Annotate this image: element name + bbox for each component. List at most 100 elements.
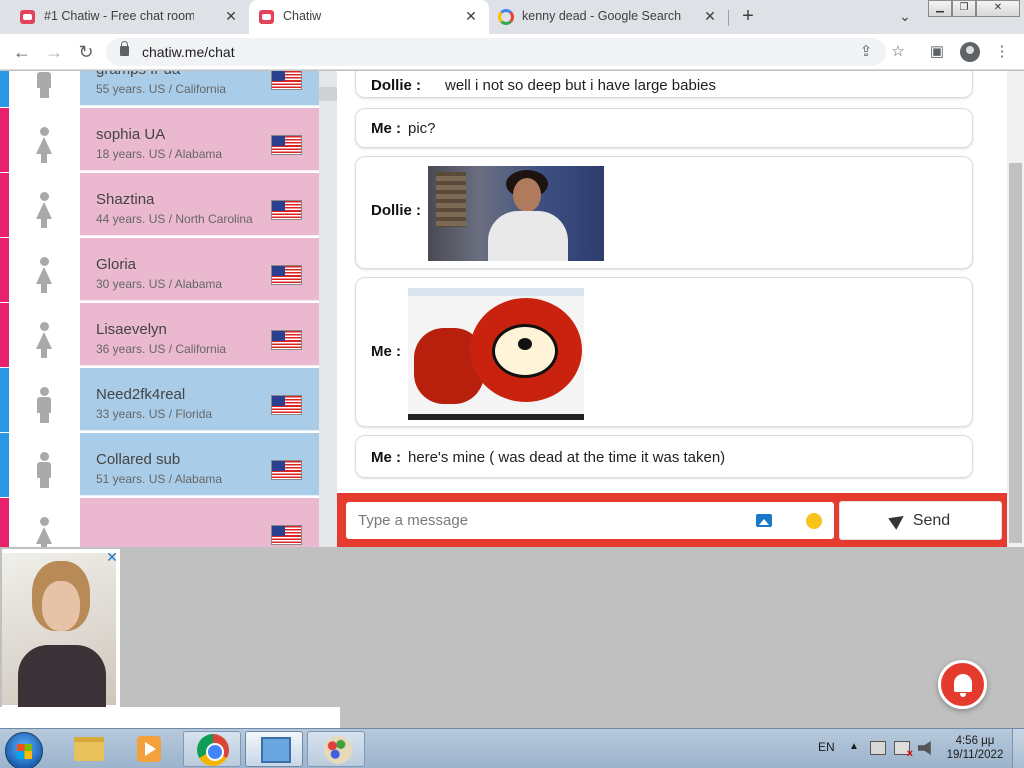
browser-toolbar: ← → ↻ chatiw.me/chat ⇪ ☆ ▣ ⋮ bbox=[0, 34, 1024, 70]
network-icon[interactable] bbox=[870, 741, 886, 755]
user-list-item[interactable]: Lisaevelyn 36 years. US / California bbox=[0, 303, 319, 367]
tab-title: kenny dead - Google Search bbox=[522, 9, 682, 23]
gender-stripe bbox=[0, 433, 9, 497]
action-center-flag-icon[interactable] bbox=[894, 741, 913, 760]
user-list-item[interactable]: Shaztina 44 years. US / North Carolina bbox=[0, 173, 319, 237]
page-scroll-thumb[interactable] bbox=[1009, 163, 1022, 543]
tab-close-icon[interactable]: ✕ bbox=[462, 7, 480, 25]
user-name: Need2fk4real bbox=[96, 386, 186, 403]
chat-page: gramps fr ua 55 years. US / California sop… bbox=[0, 71, 1024, 547]
taskbar-chrome[interactable] bbox=[183, 731, 241, 767]
chat-message-image: Me : bbox=[355, 277, 973, 427]
user-list-item[interactable]: Need2fk4real 33 years. US / Florida bbox=[0, 368, 319, 432]
us-flag-icon bbox=[271, 330, 302, 350]
user-age-location: 36 years. US / California bbox=[96, 342, 227, 356]
restore-button[interactable]: ❐ bbox=[952, 0, 976, 17]
address-bar[interactable]: chatiw.me/chat ⇪ bbox=[106, 38, 886, 66]
start-button[interactable] bbox=[5, 732, 43, 768]
shared-photo[interactable] bbox=[428, 166, 604, 261]
chat-message: Me : pic? bbox=[355, 108, 973, 148]
paint-palette-icon bbox=[324, 736, 352, 764]
image-upload-icon[interactable] bbox=[756, 514, 772, 527]
female-person-icon bbox=[36, 322, 52, 358]
minimize-button[interactable]: ▁ bbox=[928, 0, 952, 17]
profile-avatar-icon[interactable] bbox=[960, 42, 980, 62]
male-person-icon bbox=[36, 387, 52, 423]
user-list-item[interactable] bbox=[0, 498, 319, 547]
gender-stripe bbox=[0, 498, 9, 547]
windows-logo-icon bbox=[17, 744, 32, 759]
shared-photo[interactable] bbox=[408, 288, 584, 420]
gender-stripe bbox=[0, 238, 9, 302]
control-panel-icon bbox=[261, 737, 291, 763]
user-list-item[interactable]: Gloria 30 years. US / Alabama bbox=[0, 238, 319, 302]
user-list-scroll-gutter bbox=[319, 71, 337, 547]
user-list-item[interactable]: gramps fr ua 55 years. US / California bbox=[0, 71, 319, 107]
send-label: Send bbox=[912, 512, 951, 529]
url-text: chatiw.me/chat bbox=[142, 44, 235, 60]
ad-footer-strip bbox=[0, 707, 340, 728]
taskbar-explorer[interactable] bbox=[60, 731, 118, 767]
send-button[interactable]: Send bbox=[839, 501, 1002, 540]
female-person-icon bbox=[36, 517, 52, 547]
tab-chatiw[interactable]: Chatiw ✕ bbox=[249, 0, 489, 34]
new-tab-button[interactable]: + bbox=[738, 6, 758, 26]
emoji-icon[interactable] bbox=[806, 513, 822, 529]
us-flag-icon bbox=[271, 265, 302, 285]
gender-stripe bbox=[0, 108, 9, 172]
tab-google-search[interactable]: kenny dead - Google Search ✕ bbox=[490, 0, 730, 34]
taskbar-control-panel[interactable] bbox=[245, 731, 303, 767]
message-sender: Me : bbox=[371, 120, 401, 137]
side-panel-icon[interactable]: ▣ bbox=[927, 42, 947, 62]
tab-close-icon[interactable]: ✕ bbox=[222, 7, 240, 25]
clock-date: 19/11/2022 bbox=[946, 749, 1004, 761]
notification-bell-button[interactable] bbox=[938, 660, 987, 709]
show-desktop-button[interactable] bbox=[1012, 729, 1024, 768]
bookmark-star-icon[interactable]: ☆ bbox=[888, 42, 908, 62]
us-flag-icon bbox=[271, 460, 302, 480]
clock-time: 4:56 μμ bbox=[955, 735, 995, 747]
user-list-item[interactable]: sophia UA 18 years. US / Alabama bbox=[0, 108, 319, 172]
share-icon[interactable]: ⇪ bbox=[856, 42, 876, 62]
advertisement-image[interactable] bbox=[2, 549, 120, 707]
taskbar-paint[interactable] bbox=[307, 731, 365, 767]
chat-message-image: Dollie : bbox=[355, 156, 973, 269]
online-users-list: gramps fr ua 55 years. US / California sop… bbox=[0, 71, 319, 547]
user-list-item[interactable]: Collared sub 51 years. US / Alabama bbox=[0, 433, 319, 497]
close-window-button[interactable]: ✕ bbox=[976, 0, 1020, 17]
forward-arrow-icon[interactable]: → bbox=[44, 42, 64, 62]
system-clock[interactable]: 4:56 μμ 19/11/2022 bbox=[944, 734, 1006, 762]
ad-close-icon[interactable]: ✕ bbox=[106, 550, 118, 564]
page-scrollbar[interactable] bbox=[1007, 71, 1024, 547]
user-age-location: 51 years. US / Alabama bbox=[96, 472, 223, 486]
tab-chatiw-home[interactable]: #1 Chatiw - Free chat rooms onli ✕ bbox=[0, 0, 248, 34]
menu-kebab-icon[interactable]: ⋮ bbox=[992, 42, 1012, 62]
us-flag-icon bbox=[271, 395, 302, 415]
back-arrow-icon[interactable]: ← bbox=[12, 42, 32, 62]
user-list-scroll-thumb[interactable] bbox=[319, 87, 337, 101]
language-indicator[interactable]: EN bbox=[818, 740, 835, 754]
paper-plane-icon bbox=[888, 510, 908, 530]
reload-icon[interactable]: ↻ bbox=[76, 42, 96, 62]
browser-tab-strip: #1 Chatiw - Free chat rooms onli ✕ Chati… bbox=[0, 0, 1024, 34]
show-hidden-icons-icon[interactable]: ▲ bbox=[849, 741, 859, 752]
tab-divider bbox=[728, 10, 729, 26]
volume-icon[interactable] bbox=[918, 741, 931, 755]
tab-title: #1 Chatiw - Free chat rooms onli bbox=[44, 9, 194, 23]
windows-taskbar: EN ▲ 4:56 μμ 19/11/2022 bbox=[0, 728, 1024, 768]
tab-search-chevron-icon[interactable]: ⌄ bbox=[896, 8, 914, 26]
taskbar-media-player[interactable] bbox=[120, 731, 178, 767]
lock-icon bbox=[120, 41, 129, 56]
tab-title: Chatiw bbox=[283, 9, 322, 23]
chat-message: Me : here's mine ( was dead at the time … bbox=[355, 435, 973, 478]
user-age-location: 55 years. US / California bbox=[96, 82, 227, 96]
message-sender: Me : bbox=[371, 343, 401, 360]
gender-stripe bbox=[0, 173, 9, 237]
tab-close-icon[interactable]: ✕ bbox=[701, 7, 719, 25]
gender-stripe bbox=[0, 368, 9, 432]
us-flag-icon bbox=[271, 135, 302, 155]
message-sender: Dollie : bbox=[371, 202, 422, 219]
user-name: gramps fr ua bbox=[96, 71, 180, 78]
user-name: Collared sub bbox=[96, 451, 181, 468]
user-age-location: 33 years. US / Florida bbox=[96, 407, 213, 421]
